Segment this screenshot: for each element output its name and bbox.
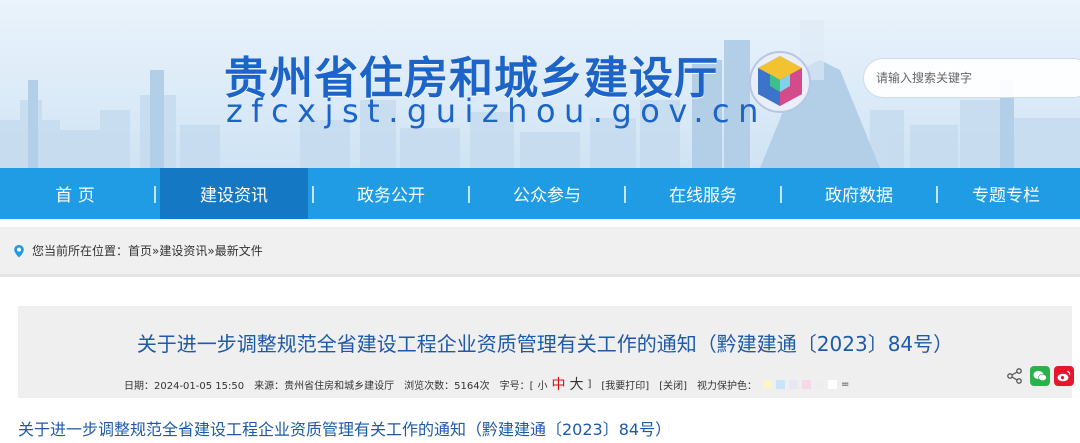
font-size-medium-button[interactable]: 中 [551, 374, 565, 394]
wechat-icon[interactable] [1030, 366, 1050, 386]
font-size-suffix: ] [587, 378, 592, 390]
nav-item-government-affairs[interactable]: 政务公开 [318, 168, 464, 219]
print-button[interactable]: [我要打印] [601, 377, 649, 392]
close-button[interactable]: [关闭] [659, 377, 687, 392]
search-input[interactable] [863, 58, 1080, 98]
article-meta: 日期：2024-01-05 15:50 来源：贵州省住房和城乡建设厅 浏览次数：… [124, 374, 859, 394]
breadcrumb-home[interactable]: 首页 [128, 242, 152, 259]
nav-item-government-data[interactable]: 政府数据 [786, 168, 932, 219]
nav-separator: | [466, 183, 472, 204]
article-title: 关于进一步调整规范全省建设工程企业资质管理有关工作的通知（黔建建通〔2023〕8… [136, 332, 954, 356]
font-size-large-button[interactable]: 大 [569, 374, 583, 394]
breadcrumb-separator: » [152, 243, 160, 258]
article-source: 来源：贵州省住房和城乡建设厅 [254, 380, 395, 392]
vision-color-label: 视力保护色： [697, 380, 758, 392]
breadcrumb-latest-documents[interactable]: 最新文件 [215, 242, 263, 259]
location-pin-icon [14, 244, 24, 257]
breadcrumb-construction-news[interactable]: 建设资讯 [159, 242, 207, 259]
share-bar [1006, 366, 1074, 386]
article-header: 关于进一步调整规范全省建设工程企业资质管理有关工作的通知（黔建建通〔2023〕8… [18, 306, 1074, 398]
nav-separator: | [778, 183, 784, 204]
nav-separator: | [152, 183, 158, 204]
vision-color-blue[interactable] [776, 379, 786, 389]
weibo-icon[interactable] [1054, 366, 1074, 386]
breadcrumb: 您当前所在位置： 首页 » 建设资讯 » 最新文件 [0, 227, 1080, 277]
nav-item-construction-news[interactable]: 建设资讯 [160, 168, 308, 219]
breadcrumb-separator: » [207, 243, 215, 258]
article-date: 日期：2024-01-05 15:50 [124, 380, 245, 392]
vision-color-lavender[interactable] [789, 379, 799, 389]
nav-item-home[interactable]: 首 页 [0, 168, 150, 219]
vision-color-gray[interactable] [815, 379, 825, 389]
article-views: 浏览次数：5164次 [404, 380, 490, 392]
cube-logo-icon [749, 51, 811, 113]
vision-color-pink[interactable] [802, 379, 812, 389]
vision-color-white[interactable] [828, 379, 838, 389]
vision-color-reset[interactable]: = [841, 379, 849, 390]
vision-color-yellow[interactable] [763, 379, 773, 389]
font-size-prefix: 字号：[ [499, 380, 534, 392]
nav-separator: | [934, 183, 940, 204]
nav-item-special-topics[interactable]: 专题专栏 [942, 168, 1070, 219]
main-nav: 首 页 | 建设资讯 | 政务公开 | 公众参与 | 在线服务 | 政府数据 |… [0, 168, 1080, 219]
share-icon[interactable] [1006, 367, 1024, 385]
article-body-first-line: 关于进一步调整规范全省建设工程企业资质管理有关工作的通知（黔建建通〔2023〕8… [18, 420, 672, 439]
nav-item-online-services[interactable]: 在线服务 [630, 168, 776, 219]
font-size-small-button[interactable]: 小 [537, 377, 547, 392]
nav-separator: | [310, 183, 316, 204]
breadcrumb-prefix: 您当前所在位置： [32, 244, 129, 258]
header-banner: 贵州省住房和城乡建设厅 zfcxjst.guizhou.gov.cn [0, 0, 1080, 168]
nav-item-public-participation[interactable]: 公众参与 [474, 168, 620, 219]
nav-separator: | [622, 183, 628, 204]
site-domain: zfcxjst.guizhou.gov.cn [226, 92, 767, 130]
